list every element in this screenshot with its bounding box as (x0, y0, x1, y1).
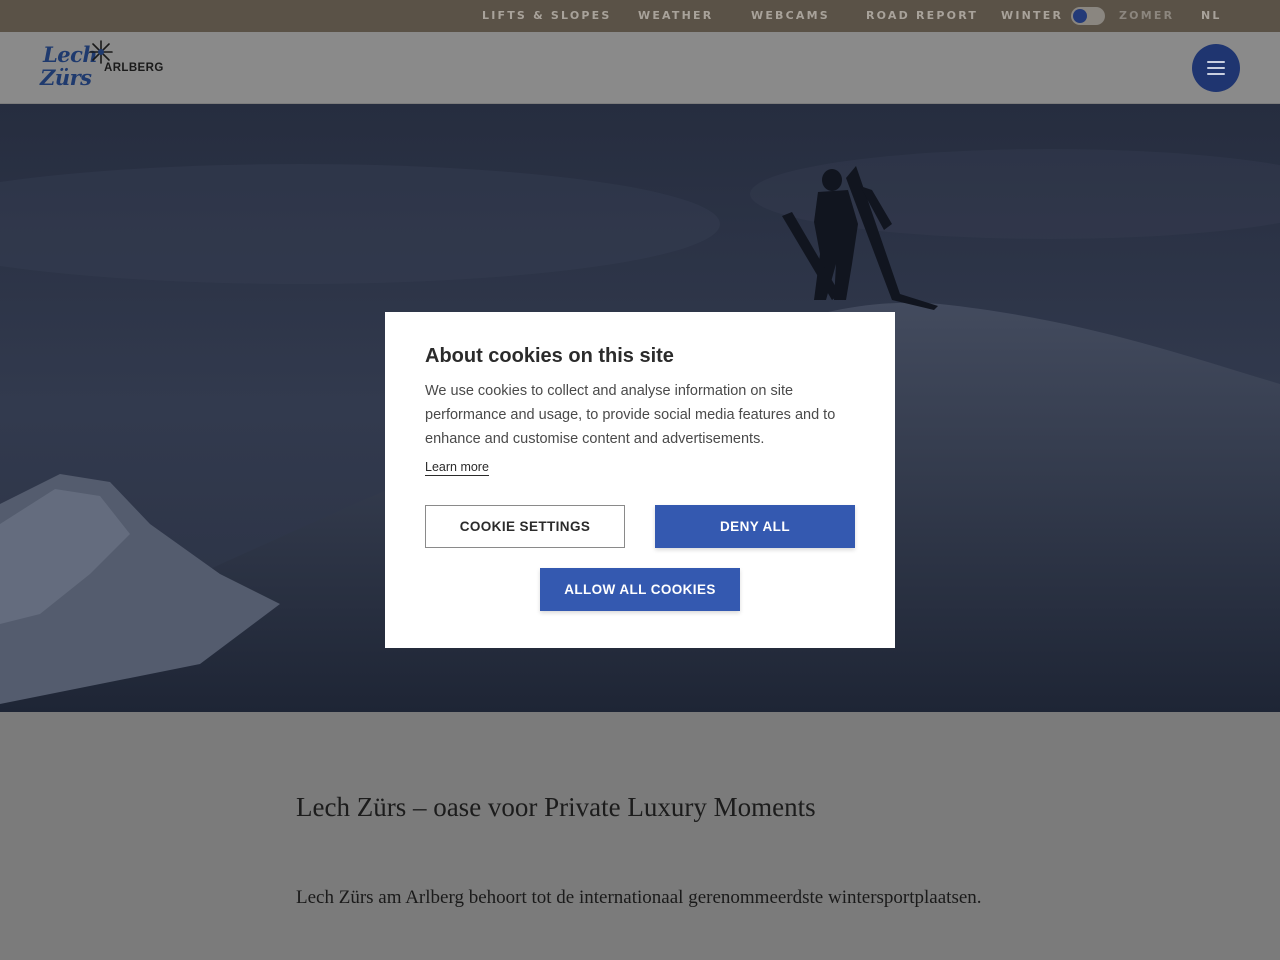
cookie-consent-dialog: About cookies on this site We use cookie… (385, 312, 895, 648)
hamburger-icon-bar (1207, 67, 1225, 69)
logo-text-arlberg: ARLBERG (104, 62, 164, 74)
content-heading: Lech Zürs – oase voor Private Luxury Mom… (296, 792, 816, 822)
cookie-dialog-body: We use cookies to collect and analyse in… (425, 383, 836, 447)
hamburger-icon-bar (1207, 73, 1225, 75)
season-label-winter[interactable]: WINTER (1001, 9, 1063, 22)
site-logo[interactable]: Lech Zürs ARLBERG (40, 40, 170, 92)
site-header: Lech Zürs ARLBERG (0, 32, 1280, 104)
logo-text-zuers: Zürs (40, 65, 92, 90)
nav-link-lifts-slopes[interactable]: LIFTS & SLOPES (482, 9, 611, 22)
season-label-zomer[interactable]: ZOMER (1119, 9, 1174, 22)
cookie-dialog-title: About cookies on this site (425, 345, 674, 367)
allow-all-cookies-button[interactable]: ALLOW ALL COOKIES (540, 568, 740, 611)
nav-link-webcams[interactable]: WEBCAMS (751, 9, 830, 22)
cookie-settings-button[interactable]: COOKIE SETTINGS (425, 505, 625, 548)
top-bar: LIFTS & SLOPES WEATHER WEBCAMS ROAD REPO… (0, 0, 1280, 32)
toggle-knob (1073, 9, 1087, 23)
language-switcher[interactable]: NL (1201, 9, 1222, 22)
content-section: Lech Zürs – oase voor Private Luxury Mom… (0, 712, 1280, 960)
snowflake-star-icon (89, 40, 113, 64)
nav-link-weather[interactable]: WEATHER (638, 9, 713, 22)
learn-more-link[interactable]: Learn more (425, 460, 489, 476)
menu-button[interactable] (1192, 44, 1240, 92)
nav-link-road-report[interactable]: ROAD REPORT (866, 9, 978, 22)
season-toggle[interactable] (1071, 7, 1105, 25)
hamburger-icon (1207, 61, 1225, 63)
content-paragraph: Lech Zürs am Arlberg behoort tot de inte… (296, 887, 982, 908)
deny-all-button[interactable]: DENY ALL (655, 505, 855, 548)
